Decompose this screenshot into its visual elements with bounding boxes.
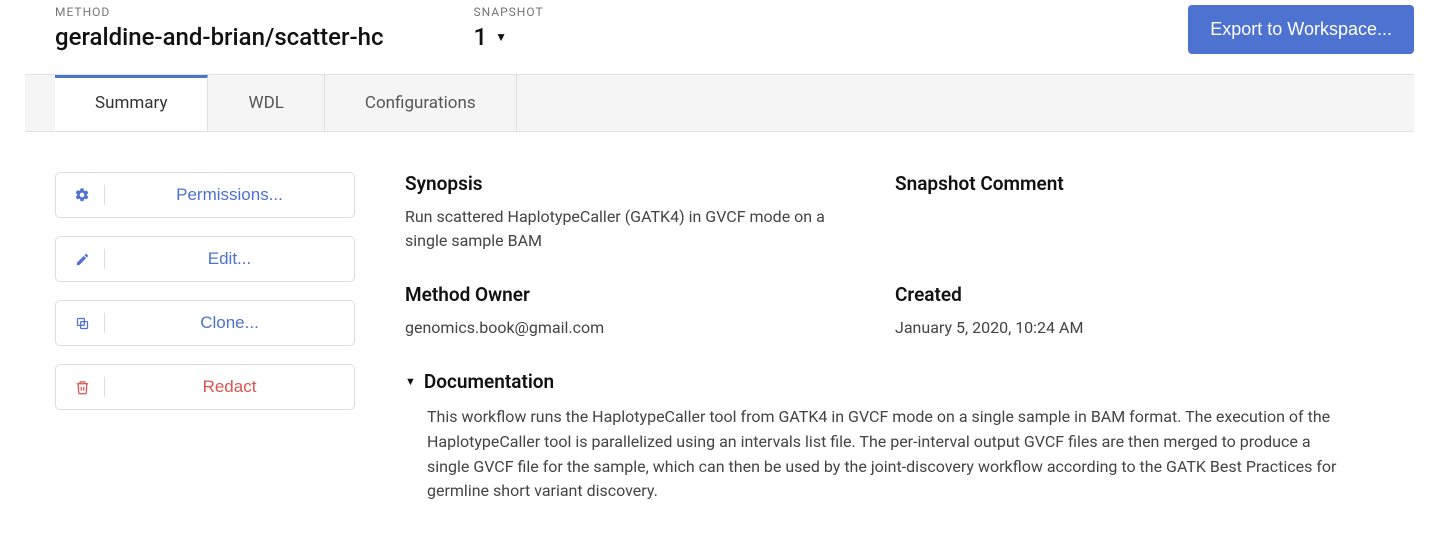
caret-down-icon: ▼ [495,30,507,44]
edit-button[interactable]: Edit... [55,236,355,282]
snapshot-header: SNAPSHOT 1 ▼ [473,5,543,51]
redact-button[interactable]: Redact [55,364,355,410]
divider [104,313,105,333]
snapshot-value: 1 [473,23,487,51]
permissions-button[interactable]: Permissions... [55,172,355,218]
tab-wdl[interactable]: WDL [208,75,324,131]
tab-configurations[interactable]: Configurations [325,75,517,131]
method-label: METHOD [55,5,383,19]
created-body: January 5, 2020, 10:24 AM [895,316,1414,340]
snapshot-dropdown[interactable]: 1 ▼ [473,23,543,51]
caret-down-icon: ▼ [405,375,416,388]
documentation-toggle[interactable]: ▼ Documentation [405,370,1414,393]
method-header: METHOD geraldine-and-brian/scatter-hc [55,5,383,51]
divider [104,185,105,205]
tab-bar: Summary WDL Configurations [25,74,1414,132]
edit-label: Edit... [123,249,336,269]
actions-sidebar: Permissions... Edit... Clone... Redact [55,172,355,504]
snapshot-label: SNAPSHOT [473,5,543,19]
redact-label: Redact [123,377,336,397]
method-value: geraldine-and-brian/scatter-hc [55,23,383,51]
trash-icon [74,379,90,395]
divider [104,249,105,269]
synopsis-title: Synopsis [405,172,855,195]
snapshot-comment-title: Snapshot Comment [895,172,1414,195]
clone-button[interactable]: Clone... [55,300,355,346]
copy-icon [74,315,90,331]
gear-icon [74,187,90,203]
clone-label: Clone... [123,313,336,333]
documentation-body: This workflow runs the HaplotypeCaller t… [405,405,1355,504]
tab-summary[interactable]: Summary [55,75,208,131]
permissions-label: Permissions... [123,185,336,205]
method-owner-body: genomics.book@gmail.com [405,316,855,340]
synopsis-body: Run scattered HaplotypeCaller (GATK4) in… [405,205,855,253]
created-title: Created [895,283,1414,306]
pencil-icon [74,251,90,267]
export-to-workspace-button[interactable]: Export to Workspace... [1188,5,1414,54]
divider [104,377,105,397]
documentation-title: Documentation [424,370,554,393]
method-owner-title: Method Owner [405,283,855,306]
details-panel: Synopsis Run scattered HaplotypeCaller (… [405,172,1414,504]
